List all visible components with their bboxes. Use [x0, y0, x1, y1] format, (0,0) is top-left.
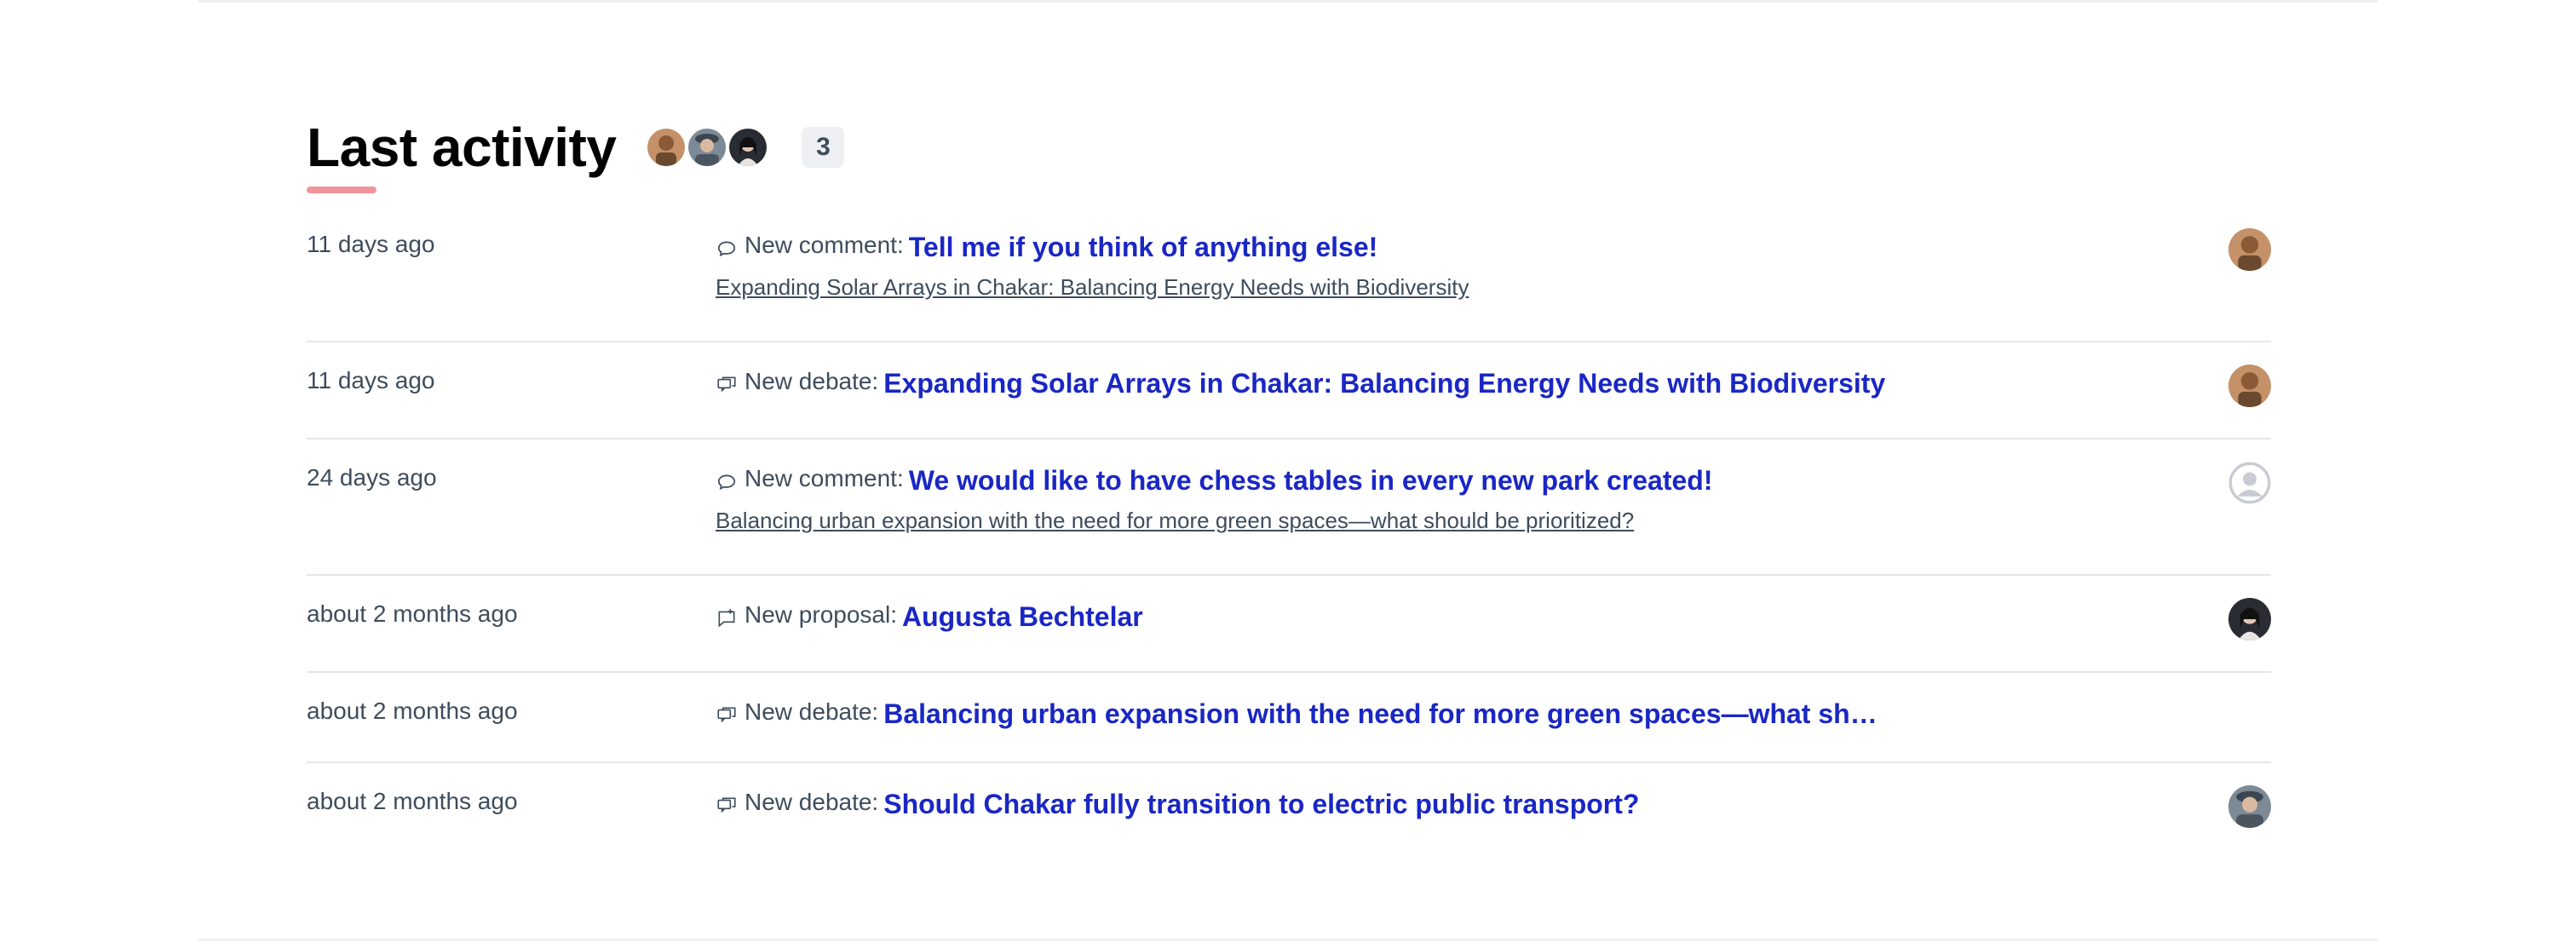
activity-type: New comment:: [745, 232, 904, 258]
activity-type: New debate:: [745, 698, 879, 725]
parent-link[interactable]: Expanding Solar Arrays in Chakar: Balanc…: [716, 274, 2271, 300]
comment-icon: [717, 241, 736, 257]
activity-type: New debate:: [745, 789, 879, 815]
debate-icon: [717, 376, 736, 393]
activity-time: 11 days ago: [307, 367, 435, 393]
activity-type: New comment:: [745, 465, 904, 491]
avatar[interactable]: [2228, 785, 2271, 828]
list-item: 11 days ago New comment: Tell me if you …: [307, 206, 2271, 342]
participant-avatars[interactable]: [645, 126, 770, 169]
activity-type: New proposal:: [745, 601, 897, 628]
activity-time: about 2 months ago: [307, 600, 518, 627]
section-title: Last activity: [307, 117, 617, 178]
last-activity-section: Last activity 3 11 days ago New comment:…: [307, 111, 2271, 857]
activity-time: 11 days ago: [307, 231, 435, 257]
title-underline: [307, 187, 377, 193]
parent-link[interactable]: Balancing urban expansion with the need …: [716, 508, 2271, 533]
bottom-divider: [198, 939, 2378, 941]
avatar[interactable]: [2228, 228, 2271, 271]
activity-list: 11 days ago New comment: Tell me if you …: [307, 206, 2271, 857]
list-item: 11 days ago New debate: Expanding Solar …: [307, 342, 2271, 439]
avatar[interactable]: [2228, 365, 2271, 407]
list-item: about 2 months ago New debate: Balancing…: [307, 673, 2271, 763]
avatar[interactable]: [727, 126, 770, 169]
activity-link[interactable]: Expanding Solar Arrays in Chakar: Balanc…: [883, 366, 1885, 400]
default-avatar[interactable]: [2228, 462, 2271, 504]
proposal-icon: [718, 609, 735, 628]
participants-count-badge: 3: [802, 127, 845, 168]
activity-time: about 2 months ago: [307, 788, 518, 814]
section-header: Last activity 3: [307, 111, 2271, 184]
list-item: about 2 months ago New debate: Should Ch…: [307, 763, 2271, 857]
avatar[interactable]: [2228, 598, 2271, 640]
comment-icon: [717, 474, 736, 491]
avatar[interactable]: [645, 126, 688, 169]
activity-link[interactable]: Tell me if you think of anything else!: [909, 230, 1378, 264]
activity-link[interactable]: Augusta Bechtelar: [902, 600, 1143, 634]
debate-icon: [717, 797, 736, 813]
activity-time: about 2 months ago: [307, 698, 518, 724]
list-item: 24 days ago New comment: We would like t…: [307, 439, 2271, 576]
activity-type: New debate:: [745, 368, 879, 394]
activity-link[interactable]: We would like to have chess tables in ev…: [909, 463, 1713, 497]
activity-link[interactable]: Should Chakar fully transition to electr…: [883, 787, 1639, 821]
avatar[interactable]: [686, 126, 729, 169]
top-divider: [198, 0, 2378, 3]
list-item: about 2 months ago New proposal: Augusta…: [307, 576, 2271, 673]
activity-time: 24 days ago: [307, 464, 437, 491]
debate-icon: [717, 707, 736, 723]
activity-link[interactable]: Balancing urban expansion with the need …: [883, 697, 1889, 731]
